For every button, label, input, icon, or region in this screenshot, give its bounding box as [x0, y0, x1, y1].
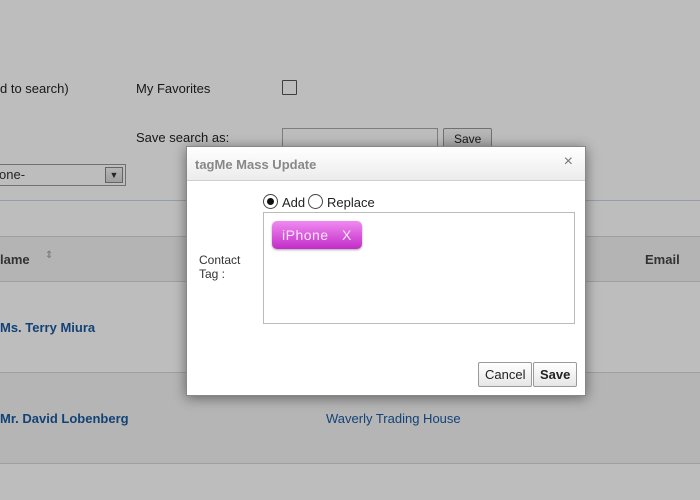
contact-tag-label-text: Contact Tag :	[199, 253, 241, 281]
add-radio-label[interactable]: Add	[282, 195, 305, 210]
remove-tag-icon[interactable]: X	[342, 227, 352, 243]
mass-update-dialog: tagMe Mass Update × Add Replace Contact …	[186, 146, 586, 396]
tag-chip-label: iPhone	[282, 227, 329, 243]
dialog-title: tagMe Mass Update	[195, 157, 317, 172]
replace-radio[interactable]	[308, 194, 323, 209]
close-icon[interactable]: ×	[564, 153, 573, 171]
save-button[interactable]: Save	[533, 362, 578, 387]
cancel-button[interactable]: Cancel	[478, 362, 533, 387]
add-radio[interactable]	[263, 194, 278, 209]
tag-input-box[interactable]: iPhone X	[263, 212, 575, 324]
contact-tag-label: Contact Tag :	[199, 253, 251, 281]
tag-chip[interactable]: iPhone X	[272, 221, 362, 249]
dialog-header: tagMe Mass Update ×	[187, 147, 585, 181]
replace-radio-label[interactable]: Replace	[327, 195, 375, 210]
